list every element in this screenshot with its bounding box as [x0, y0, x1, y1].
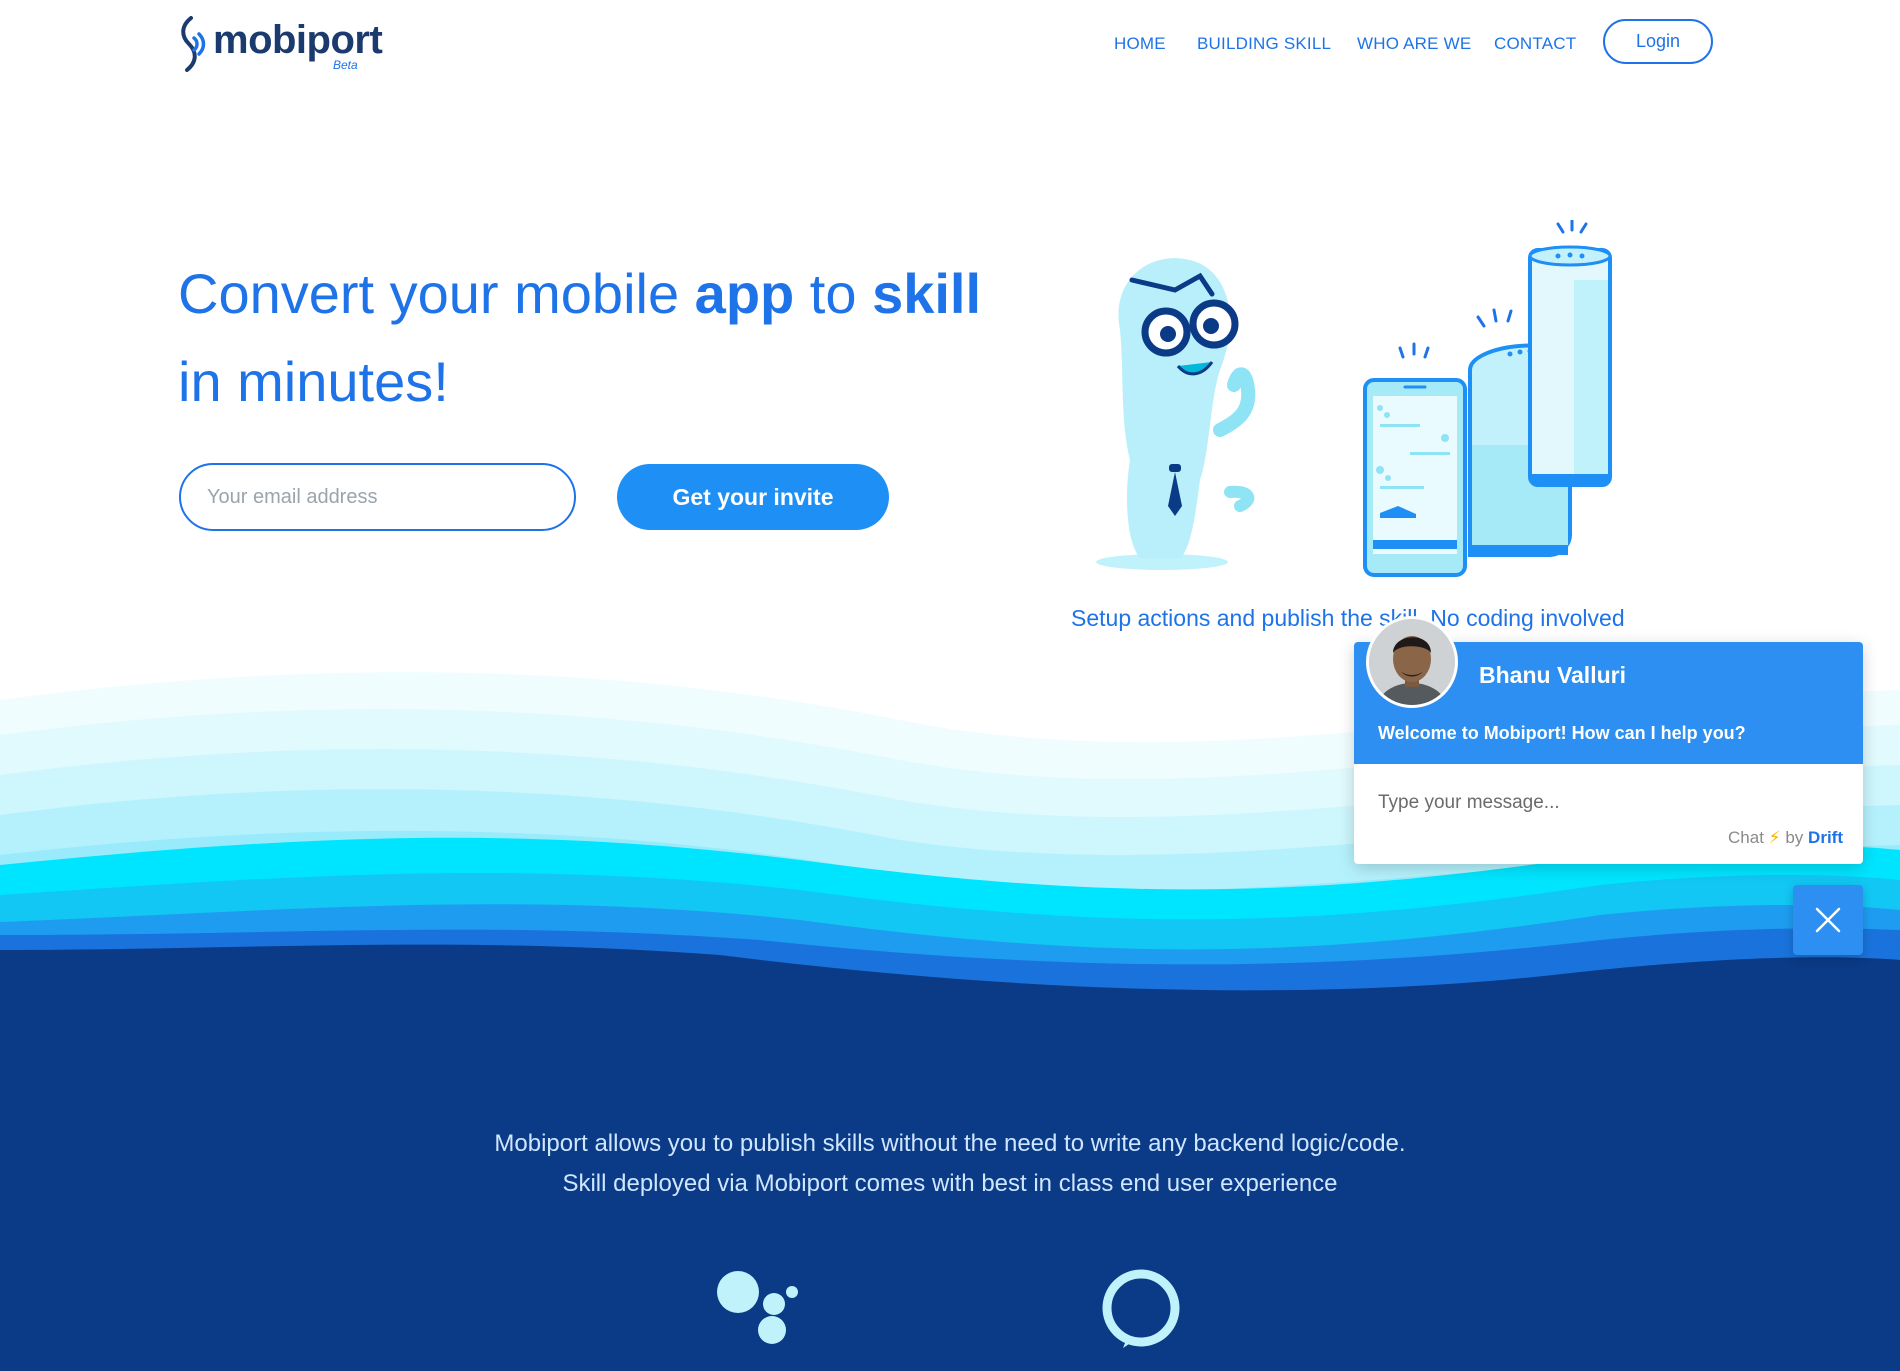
chat-widget: Bhanu Valluri Welcome to Mobiport! How c…: [1354, 616, 1863, 864]
hero-title-app: app: [694, 262, 795, 325]
lightning-icon: ⚡: [1768, 828, 1781, 847]
hero-title: Convert your mobile app to skill in minu…: [178, 250, 998, 426]
nav-who-are-we[interactable]: WHO ARE WE: [1357, 34, 1471, 54]
nav-contact[interactable]: CONTACT: [1494, 34, 1576, 54]
nav-home[interactable]: HOME: [1114, 34, 1166, 54]
agent-avatar: [1366, 616, 1458, 708]
hero-title-skill: skill: [872, 262, 982, 325]
beta-badge: Beta: [333, 58, 358, 72]
hero-title-line2: in minutes!: [178, 350, 449, 413]
mascot-illustration: [1096, 258, 1256, 570]
about-line-1: Mobiport allows you to publish skills wi…: [494, 1130, 1406, 1157]
drift-brand: Drift: [1808, 828, 1843, 847]
chat-close-button[interactable]: [1793, 885, 1863, 955]
chat-header: Bhanu Valluri Welcome to Mobiport! How c…: [1354, 616, 1863, 764]
chat-branding[interactable]: Chat ⚡ by Drift: [1728, 828, 1843, 848]
about-line-2: Skill deployed via Mobiport comes with b…: [562, 1170, 1338, 1197]
chat-footer-chat: Chat: [1728, 828, 1764, 847]
hero-title-text: Convert your mobile: [178, 262, 695, 325]
logo[interactable]: mobiport Beta: [177, 14, 383, 76]
illustration-caption: Setup actions and publish the skill. No …: [1071, 605, 1625, 631]
amazon-echo-illustration: [1528, 220, 1612, 487]
close-icon: [1815, 907, 1841, 933]
about-description: Mobiport allows you to publish skills wi…: [0, 1124, 1900, 1204]
chat-footer-by: by: [1785, 828, 1804, 847]
hero-title-text: to: [794, 262, 873, 325]
logo-wordmark: mobiport: [213, 18, 383, 62]
chat-welcome-message: Welcome to Mobiport! How can I help you?: [1378, 723, 1746, 743]
email-input[interactable]: [179, 463, 576, 531]
chat-message-input[interactable]: [1376, 787, 1820, 819]
nav-building-skill[interactable]: BUILDING SKILL: [1197, 34, 1331, 54]
avatar-photo-icon: [1369, 619, 1455, 705]
get-invite-button[interactable]: Get your invite: [617, 464, 889, 530]
google-assistant-icon: [717, 1271, 798, 1344]
login-button[interactable]: Login: [1603, 19, 1713, 64]
alexa-icon: [1102, 1269, 1180, 1348]
hero-illustration: [1096, 220, 1612, 577]
logo-mark-icon: [181, 16, 206, 72]
agent-name: Bhanu Valluri: [1479, 662, 1626, 688]
phone-illustration: [1363, 342, 1467, 577]
